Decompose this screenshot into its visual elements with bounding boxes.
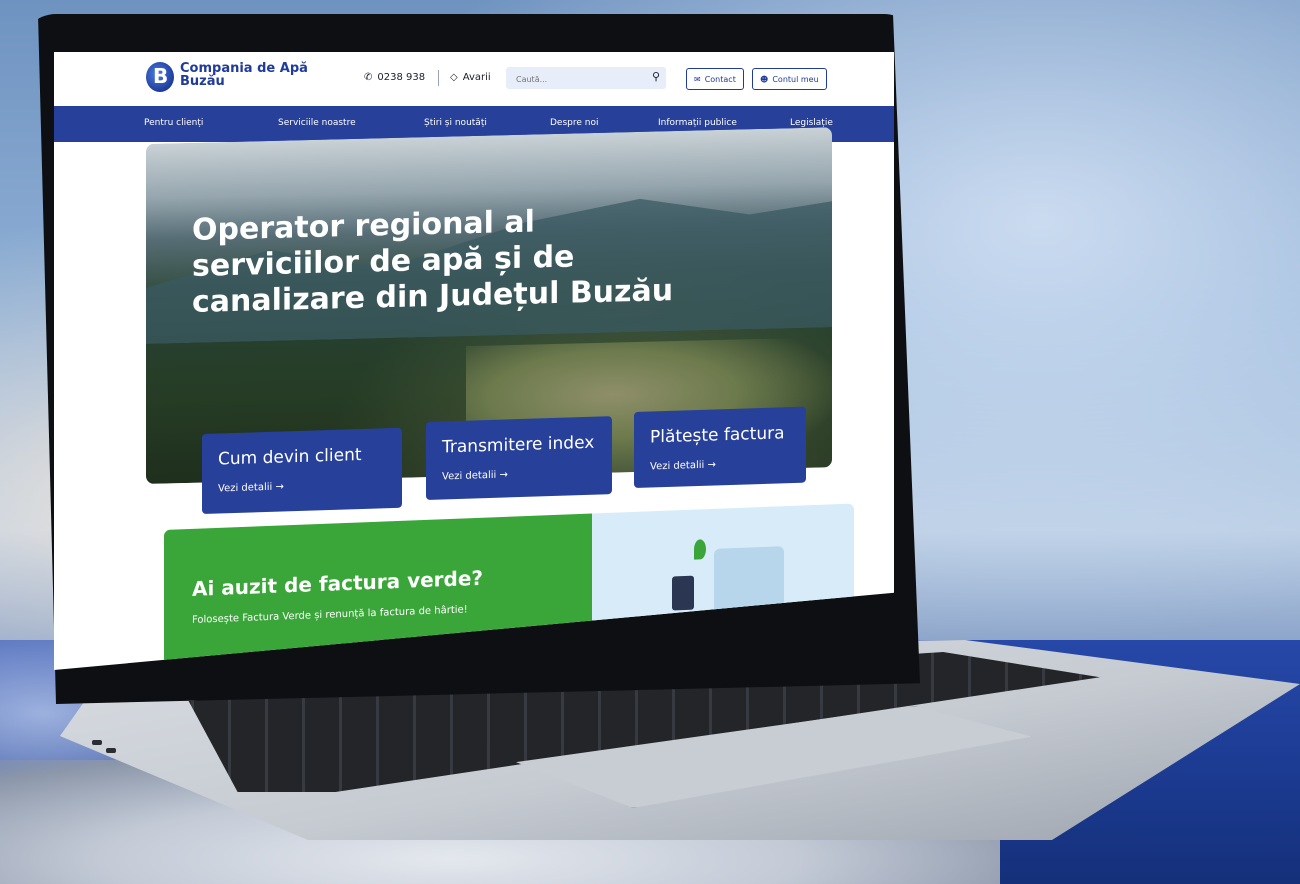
phone-link[interactable]: ✆ 0238 938 <box>364 72 425 83</box>
nav-item-legislatie[interactable]: Legislație <box>790 118 833 128</box>
mail-icon: ✉ <box>694 74 701 84</box>
card-link[interactable]: Vezi detalii → <box>650 459 716 472</box>
header-divider <box>438 70 439 86</box>
hero-title: Operator regional al serviciilor de apă … <box>192 204 674 320</box>
usb-port <box>92 740 102 745</box>
logo-text[interactable]: Compania de Apă Buzău <box>180 62 308 88</box>
nav-item-despre-noi[interactable]: Despre noi <box>550 118 598 128</box>
laptop: B Compania de Apă Buzău ✆ 0238 938 ◇ Ava… <box>0 0 1300 884</box>
avarii-link[interactable]: ◇ Avarii <box>450 72 491 83</box>
search-box: ⚲ <box>506 67 666 89</box>
card-link[interactable]: Vezi detalii → <box>442 469 508 482</box>
avarii-label: Avarii <box>462 72 491 83</box>
diamond-alert-icon: ◇ <box>450 72 458 83</box>
nav-item-serviciile-noastre[interactable]: Serviciile noastre <box>278 118 356 128</box>
nav-item-stiri[interactable]: Știri și noutăți <box>424 118 487 128</box>
card-link[interactable]: Vezi detalii → <box>218 481 284 494</box>
phone-icon: ✆ <box>364 72 373 83</box>
nav-item-pentru-clienti[interactable]: Pentru clienți <box>144 118 203 128</box>
site-header: B Compania de Apă Buzău ✆ 0238 938 ◇ Ava… <box>54 52 894 106</box>
usb-port <box>106 748 116 753</box>
logo-letter: B <box>153 64 169 88</box>
card-title: Plătește factura <box>650 423 785 448</box>
card-plateste-factura[interactable]: Plătește factura Vezi detalii → <box>634 406 806 488</box>
card-transmitere-index[interactable]: Transmitere index Vezi detalii → <box>426 416 612 500</box>
card-title: Cum devin client <box>218 444 362 470</box>
card-title: Transmitere index <box>442 432 595 458</box>
search-icon[interactable]: ⚲ <box>652 70 660 83</box>
account-label: Contul meu <box>772 74 819 84</box>
user-circle-icon: ☻ <box>760 74 769 84</box>
contact-label: Contact <box>704 74 736 84</box>
website-screen: B Compania de Apă Buzău ✆ 0238 938 ◇ Ava… <box>54 52 894 670</box>
search-input[interactable] <box>514 70 638 88</box>
account-button[interactable]: ☻ Contul meu <box>752 68 827 90</box>
phone-number: 0238 938 <box>377 72 426 83</box>
logo-line2: Buzău <box>180 74 225 89</box>
phone-illustration <box>672 575 694 611</box>
contact-button[interactable]: ✉ Contact <box>686 68 744 90</box>
logo-icon[interactable]: B <box>146 62 174 92</box>
card-cum-devin-client[interactable]: Cum devin client Vezi detalii → <box>202 427 402 514</box>
nav-item-informatii-publice[interactable]: Informații publice <box>658 118 737 128</box>
